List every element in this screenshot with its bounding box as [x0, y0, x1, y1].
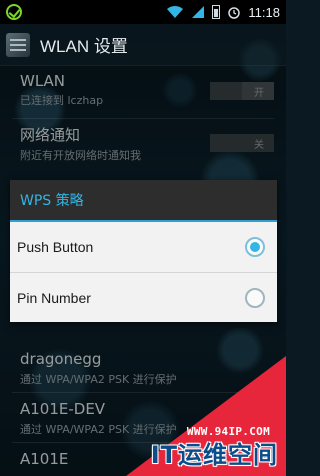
battery-icon	[212, 5, 221, 19]
option-push-button[interactable]: Push Button	[10, 222, 277, 272]
settings-app-icon[interactable]	[6, 32, 30, 57]
dialog-title: WPS 策略	[20, 193, 84, 209]
status-clock: 11:18	[248, 4, 280, 20]
option-pin-number[interactable]: Pin Number	[10, 272, 277, 322]
option-label: Push Button	[17, 239, 94, 255]
watermark-brand: IT运维空间	[150, 441, 278, 469]
wps-policy-dialog: WPS 策略 Push Button Pin Number	[10, 180, 277, 322]
dialog-header: WPS 策略	[10, 180, 277, 222]
radio-selected-icon[interactable]	[245, 237, 265, 257]
signal-icon	[192, 6, 205, 18]
alarm-icon	[228, 7, 241, 19]
wifi-icon	[167, 5, 184, 18]
radio-unselected-icon[interactable]	[245, 287, 265, 308]
status-bar: 11:18	[0, 0, 286, 24]
page-title: WLAN 设置	[40, 37, 128, 56]
check-notification-icon[interactable]	[6, 4, 22, 20]
action-bar: WLAN 设置	[0, 24, 286, 66]
option-label: Pin Number	[17, 289, 91, 306]
